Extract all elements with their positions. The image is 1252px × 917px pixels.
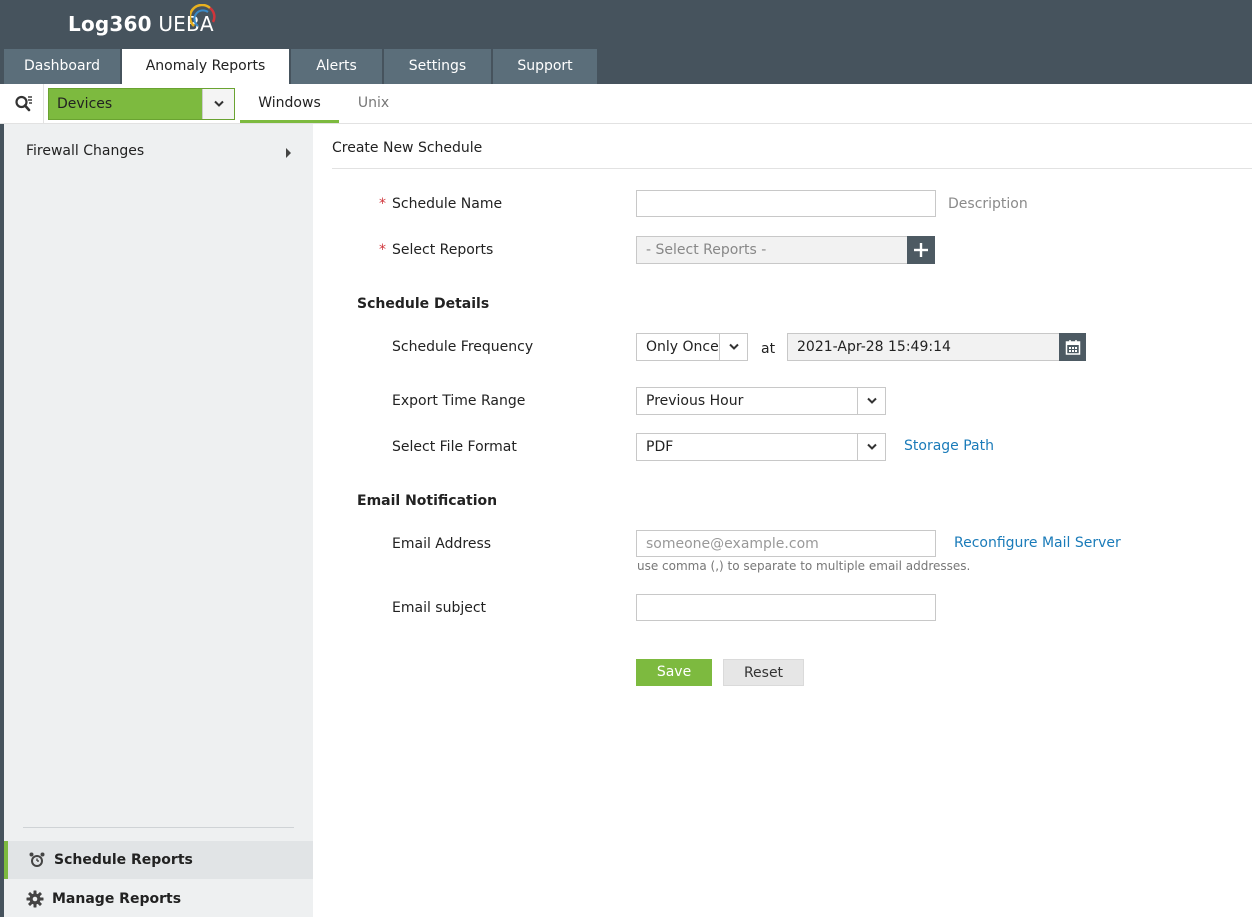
- calendar-icon: [1065, 340, 1080, 355]
- email-address-input[interactable]: [636, 530, 936, 557]
- add-report-button[interactable]: [907, 236, 935, 264]
- chevron-down-icon: [857, 388, 885, 414]
- sidebar-item-schedule-reports[interactable]: Schedule Reports: [4, 841, 313, 879]
- tab-alerts[interactable]: Alerts: [291, 49, 382, 84]
- tab-settings[interactable]: Settings: [384, 49, 491, 84]
- sidebar-item-firewall-changes[interactable]: Firewall Changes: [26, 143, 144, 159]
- sub-toolbar: Devices Windows Unix: [0, 84, 1252, 124]
- at-label: at: [761, 341, 776, 357]
- save-button[interactable]: Save: [636, 659, 712, 686]
- logo-arc-icon: [190, 4, 216, 27]
- tab-dashboard[interactable]: Dashboard: [4, 49, 120, 84]
- tab-anomaly-reports[interactable]: Anomaly Reports: [122, 49, 289, 84]
- required-mark: *: [379, 196, 386, 212]
- devices-select[interactable]: Devices: [48, 88, 235, 120]
- reconfigure-mail-server-link[interactable]: Reconfigure Mail Server: [954, 535, 1121, 551]
- email-subject-input[interactable]: [636, 594, 936, 621]
- sidebar: Firewall Changes Schedule Reports Manage…: [4, 124, 313, 917]
- schedule-name-label: * Schedule Name: [379, 196, 503, 212]
- chevron-down-icon: [857, 434, 885, 460]
- chevron-right-icon: [286, 148, 291, 158]
- email-notification-heading: Email Notification: [357, 493, 498, 509]
- export-time-range-label: Export Time Range: [392, 393, 526, 409]
- title-divider: [332, 168, 1252, 169]
- gear-icon: [26, 890, 44, 908]
- app-logo: Log360 UEBA: [68, 4, 216, 36]
- schedule-frequency-label: Schedule Frequency: [392, 339, 534, 355]
- required-mark: *: [379, 242, 386, 258]
- sidebar-divider: [23, 827, 294, 828]
- file-format-label: Select File Format: [392, 439, 517, 455]
- storage-path-link[interactable]: Storage Path: [904, 438, 994, 454]
- calendar-button[interactable]: [1059, 333, 1086, 361]
- chevron-down-icon: [719, 334, 747, 360]
- file-format-select[interactable]: PDF: [636, 433, 886, 461]
- sidebar-item-manage-reports[interactable]: Manage Reports: [4, 880, 313, 917]
- search-filter-button[interactable]: [4, 84, 44, 123]
- export-time-range-select[interactable]: Previous Hour: [636, 387, 886, 415]
- main-nav: Dashboard Anomaly Reports Alerts Setting…: [4, 49, 599, 84]
- description-link[interactable]: Description: [948, 196, 1028, 212]
- subtab-unix[interactable]: Unix: [339, 84, 408, 123]
- schedule-details-heading: Schedule Details: [357, 296, 490, 312]
- schedule-datetime-field[interactable]: 2021-Apr-28 15:49:14: [787, 333, 1086, 361]
- tab-support[interactable]: Support: [493, 49, 597, 84]
- email-hint-text: use comma (,) to separate to multiple em…: [637, 559, 971, 573]
- schedule-name-input[interactable]: [636, 190, 936, 217]
- page-title: Create New Schedule: [332, 140, 483, 156]
- search-icon: [14, 95, 32, 111]
- chevron-down-icon: [202, 89, 234, 119]
- alarm-clock-icon: [29, 852, 45, 867]
- email-subject-label: Email subject: [392, 600, 487, 616]
- plus-icon: [914, 243, 928, 257]
- app-header: Log360 UEBA Dashboard Anomaly Reports Al…: [0, 0, 1252, 84]
- schedule-frequency-select[interactable]: Only Once: [636, 333, 748, 361]
- email-address-label: Email Address: [392, 536, 492, 552]
- subtab-windows[interactable]: Windows: [240, 84, 339, 123]
- select-reports-label: * Select Reports: [379, 242, 494, 258]
- reset-button[interactable]: Reset: [723, 659, 804, 686]
- select-reports-field[interactable]: - Select Reports -: [636, 236, 908, 264]
